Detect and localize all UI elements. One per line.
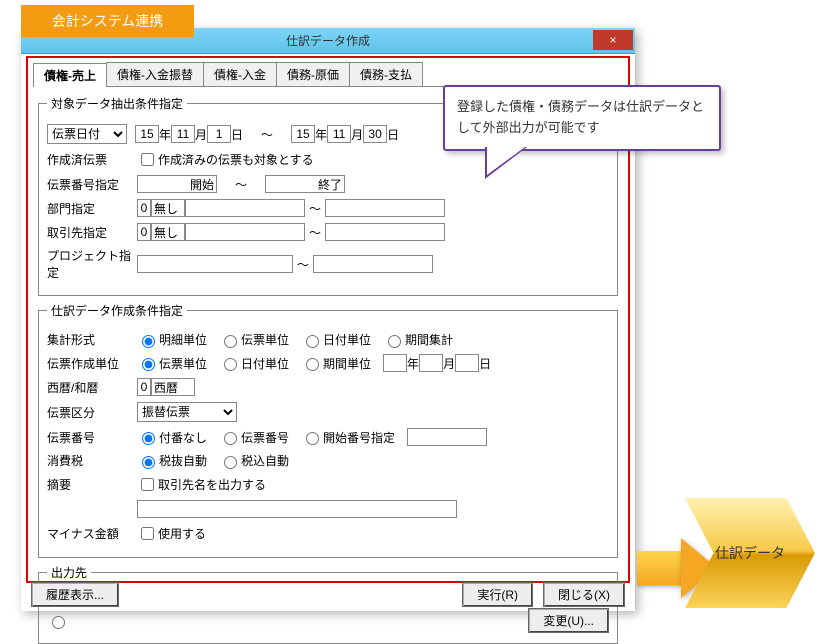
year-label: 年 (159, 126, 171, 143)
slipno-start[interactable] (137, 175, 217, 193)
creation-group: 仕訳データ作成条件指定 集計形式 明細単位 伝票単位 日付単位 期間集計 伝票作… (38, 302, 618, 558)
dept-code[interactable] (137, 199, 151, 217)
tab-sales[interactable]: 債権-売上 (33, 63, 107, 87)
project-from[interactable] (137, 255, 293, 273)
day-to[interactable] (363, 125, 387, 143)
agg-label: 集計形式 (47, 331, 137, 348)
unit-date-radio[interactable]: 日付単位 (219, 355, 289, 372)
unit-day[interactable] (455, 354, 479, 372)
out-other-radio[interactable] (47, 613, 69, 629)
agg-detail-radio[interactable]: 明細単位 (137, 331, 207, 348)
slipno-end[interactable] (265, 175, 345, 193)
tilde: ～ (261, 126, 273, 143)
era-text[interactable] (151, 378, 195, 396)
partner-range-to[interactable] (325, 223, 445, 241)
month-to[interactable] (327, 125, 351, 143)
tab-strip: 債権-売上 債権-入金振替 債権-入金 債務-原価 債務-支払 (28, 60, 628, 86)
summary-input[interactable] (137, 500, 457, 518)
banner-title: 会計システム連携 (21, 5, 194, 37)
summary-check[interactable]: 取引先名を出力する (137, 475, 266, 494)
run-button[interactable]: 実行(R) (462, 582, 533, 607)
tab-body: 対象データ抽出条件指定 伝票日付 年 月 日 ～ 年 月 (33, 86, 623, 644)
sn-slip-radio[interactable]: 伝票番号 (219, 429, 289, 446)
tab-receipt-transfer[interactable]: 債権-入金振替 (106, 62, 204, 86)
sn-none-radio[interactable]: 付番なし (137, 429, 207, 446)
unit-slip-radio[interactable]: 伝票単位 (137, 355, 207, 372)
created-label: 作成済伝票 (47, 151, 137, 168)
partner-label: 取引先指定 (47, 224, 137, 241)
unit-label: 伝票作成単位 (47, 355, 137, 372)
year-from[interactable] (135, 125, 159, 143)
era-code[interactable] (137, 378, 151, 396)
tax-label: 消費税 (47, 452, 137, 469)
tax-excl-radio[interactable]: 税抜自動 (137, 452, 207, 469)
unit-month[interactable] (419, 354, 443, 372)
callout-tail-icon (485, 147, 527, 179)
slipkind-select[interactable]: 振替伝票 (137, 402, 237, 422)
callout-bubble: 登録した債権・債務データは仕訳データとして外部出力が可能です (443, 85, 721, 151)
date-type-select[interactable]: 伝票日付 (47, 124, 127, 144)
sn-start-radio[interactable]: 開始番号指定 (301, 429, 395, 446)
era-label: 西暦/和暦 (47, 379, 137, 396)
agg-slip-radio[interactable]: 伝票単位 (219, 331, 289, 348)
project-to[interactable] (313, 255, 433, 273)
tab-receipt[interactable]: 債権-入金 (203, 62, 277, 86)
dept-range-from[interactable] (185, 199, 305, 217)
partner-code[interactable] (137, 223, 151, 241)
agg-period-radio[interactable]: 期間集計 (383, 331, 453, 348)
slipno-label: 伝票番号指定 (47, 176, 137, 193)
history-button[interactable]: 履歴表示... (31, 582, 119, 607)
day-label: 日 (231, 126, 243, 143)
summary-label: 摘要 (47, 476, 137, 493)
close-icon[interactable]: × (593, 30, 633, 50)
output-legend: 出力先 (47, 564, 91, 581)
month-from[interactable] (171, 125, 195, 143)
conditions-legend: 対象データ抽出条件指定 (47, 95, 187, 112)
change-button[interactable]: 変更(U)... (528, 608, 609, 633)
dept-label: 部門指定 (47, 200, 137, 217)
dept-range-to[interactable] (325, 199, 445, 217)
unit-period-radio[interactable]: 期間単位 (301, 355, 371, 372)
unit-year[interactable] (383, 354, 407, 372)
month-label: 月 (195, 126, 207, 143)
minus-check[interactable]: 使用する (137, 524, 206, 543)
bottom-bar: 履歴表示... 実行(R) 閉じる(X) (21, 582, 635, 607)
output-chevron: 仕訳データ (685, 498, 815, 608)
tax-incl-radio[interactable]: 税込自動 (219, 452, 289, 469)
tab-payment[interactable]: 債務-支払 (349, 62, 423, 86)
sn-start-input[interactable] (407, 428, 487, 446)
agg-date-radio[interactable]: 日付単位 (301, 331, 371, 348)
day-from[interactable] (207, 125, 231, 143)
minus-label: マイナス金額 (47, 525, 137, 542)
partner-range-from[interactable] (185, 223, 305, 241)
close-button[interactable]: 閉じる(X) (543, 582, 625, 607)
tab-cost[interactable]: 債務-原価 (276, 62, 350, 86)
partner-name[interactable] (151, 223, 185, 241)
slipkind-label: 伝票区分 (47, 404, 137, 421)
include-created-check[interactable]: 作成済みの伝票も対象とする (137, 150, 314, 169)
project-label: プロジェクト指定 (47, 247, 137, 281)
creation-legend: 仕訳データ作成条件指定 (47, 302, 187, 319)
slipno2-label: 伝票番号 (47, 429, 137, 446)
year-to[interactable] (291, 125, 315, 143)
dept-name[interactable] (151, 199, 185, 217)
